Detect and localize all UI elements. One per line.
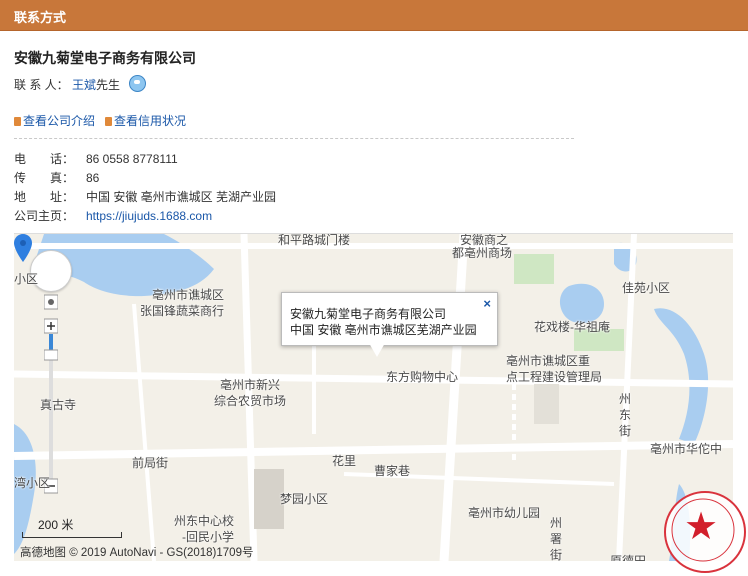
map-label: 花里 bbox=[332, 454, 357, 468]
phone-value: 86 0558 8778111 bbox=[86, 152, 178, 166]
map-label: 真古寺 bbox=[40, 398, 77, 412]
popup-company-name: 安徽九菊堂电子商务有限公司 bbox=[290, 307, 447, 321]
contact-title: 先生 bbox=[96, 78, 121, 92]
contact-info: 电 话： 86 0558 8778111 传 真： 86 地 址： 中国 安徽 亳州市… bbox=[14, 150, 276, 226]
close-icon[interactable]: × bbox=[483, 296, 491, 311]
map-label: 原德田 bbox=[610, 554, 647, 561]
map-label: 亳州市新兴 bbox=[220, 378, 281, 392]
map-label: 东 bbox=[619, 408, 632, 422]
map-label: 湾小区 bbox=[14, 476, 51, 490]
map-label: 街 bbox=[550, 548, 563, 561]
credit-status-link[interactable]: 查看信用状况 bbox=[105, 114, 186, 128]
bullet-icon bbox=[14, 117, 21, 126]
map-label: -回民小学 bbox=[182, 530, 234, 544]
map-label: 小区 bbox=[14, 272, 39, 286]
homepage-link[interactable]: https://jiujuds.1688.com bbox=[86, 209, 212, 223]
map-label: 张国锋蔬菜商行 bbox=[140, 304, 225, 318]
fax-value: 86 bbox=[86, 171, 100, 185]
map-label: 州东中心校 bbox=[174, 514, 235, 528]
bullet-icon bbox=[105, 117, 113, 126]
section-title: 联系方式 bbox=[14, 10, 67, 25]
phone-row: 电 话： 86 0558 8778111 bbox=[14, 150, 276, 169]
homepage-row: 公司主页： https://jiujuds.1688.com bbox=[14, 207, 276, 226]
map-label: 州 bbox=[550, 516, 563, 530]
contact-label: 联 系 人： bbox=[14, 78, 69, 92]
map-copyright: 高德地图 © 2019 AutoNavi - GS(2018)1709号 bbox=[20, 547, 254, 559]
phone-label: 电 话： bbox=[14, 152, 75, 166]
address-value: 中国 安徽 亳州市谯城区 芜湖产业园 bbox=[86, 190, 277, 204]
address-label: 地 址： bbox=[14, 190, 75, 204]
wangwang-chat-icon[interactable] bbox=[129, 75, 147, 92]
popup-tail bbox=[369, 343, 385, 357]
map-label: 都亳州商场 bbox=[452, 246, 513, 260]
map-label: 和平路城门楼 bbox=[278, 233, 351, 247]
address-row: 地 址： 中国 安徽 亳州市谯城区 芜湖产业园 bbox=[14, 188, 276, 207]
fax-row: 传 真： 86 bbox=[14, 169, 276, 188]
map-label: 花戏楼-华祖庵 bbox=[534, 320, 610, 334]
map-label: 前局街 bbox=[132, 456, 169, 470]
map-label: 州 bbox=[619, 392, 632, 406]
map-info-popup: 安徽九菊堂电子商务有限公司 中国 安徽 亳州市谯城区芜湖产业园 × bbox=[281, 292, 498, 346]
company-intro-link[interactable]: 查看公司介绍 bbox=[14, 114, 95, 128]
map-label: 亳州市幼儿园 bbox=[468, 506, 541, 520]
map-label: 综合农贸市场 bbox=[214, 394, 287, 408]
location-map[interactable]: 和平路城门楼 安徽商之 都亳州商场 亳州市谯城区 张国锋蔬菜商行 佳苑小区 花戏… bbox=[14, 233, 733, 561]
map-label: 曹家巷 bbox=[374, 464, 411, 478]
map-scale-label: 200 米 bbox=[38, 518, 74, 532]
star-icon: ★ bbox=[684, 506, 719, 548]
fax-label: 传 真： bbox=[14, 171, 75, 185]
map-label: 佳苑小区 bbox=[622, 281, 671, 295]
company-name: 安徽九菊堂电子商务有限公司 bbox=[14, 50, 196, 66]
section-header: 联系方式 bbox=[0, 0, 748, 31]
map-scale-bar bbox=[22, 532, 122, 538]
map-label: 亳州市谯城区 bbox=[152, 288, 225, 302]
dashed-divider bbox=[14, 138, 574, 139]
recommendation-stamp: ★ bbox=[664, 491, 746, 573]
map-label: 街 bbox=[619, 424, 632, 438]
map-label: 亳州市谯城区重 bbox=[506, 354, 591, 368]
homepage-label: 公司主页： bbox=[14, 209, 75, 223]
contact-row: 联 系 人： 王斌先生 bbox=[14, 75, 147, 93]
map-label: 亳州市华佗中 bbox=[650, 442, 723, 456]
map-label: 署 bbox=[550, 532, 563, 546]
contact-person-link[interactable]: 王斌 bbox=[72, 78, 96, 92]
map-label: 东方购物中心 bbox=[386, 370, 459, 384]
map-label: 点工程建设管理局 bbox=[506, 370, 603, 384]
company-links: 查看公司介绍 查看信用状况 bbox=[14, 112, 196, 129]
map-label: 梦园小区 bbox=[280, 492, 329, 506]
location-pin-icon[interactable] bbox=[14, 234, 32, 262]
popup-address: 中国 安徽 亳州市谯城区芜湖产业园 bbox=[290, 323, 477, 337]
